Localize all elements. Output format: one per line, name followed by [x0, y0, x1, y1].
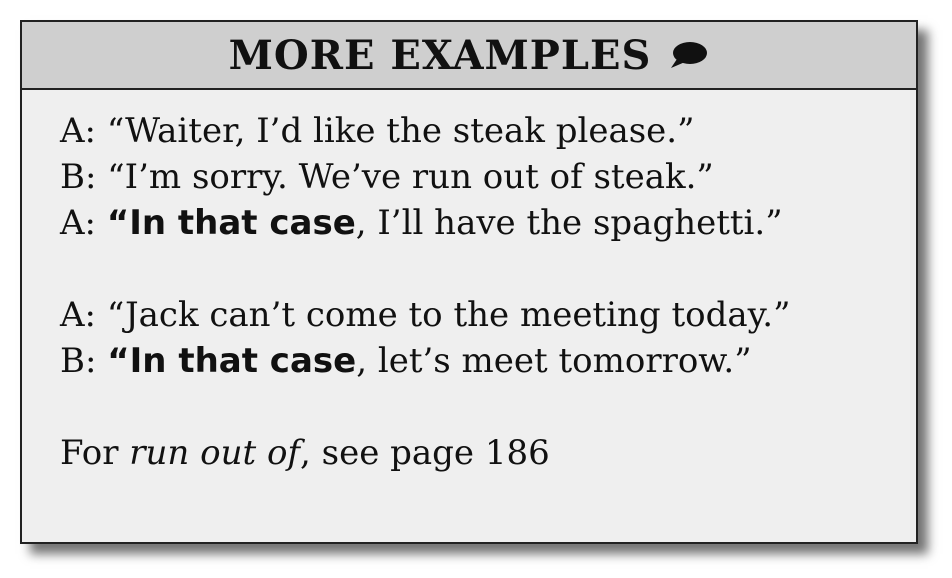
quote-open: “ — [106, 111, 126, 151]
reference-prefix: For — [60, 433, 130, 473]
dialogue-line: A: “Waiter, I’d like the steak please.” — [60, 108, 916, 154]
key-phrase: In that case — [129, 341, 357, 381]
quote-open: “ — [107, 341, 130, 381]
key-phrase: In that case — [129, 203, 356, 243]
examples-card: MORE EXAMPLES A: “Waiter, I’d like the s… — [20, 20, 918, 544]
line-text: Jack can’t come to the meeting today.” — [125, 295, 791, 335]
card-body: A: “Waiter, I’d like the steak please.” … — [22, 90, 916, 476]
dialogue-line: A: “In that case, I’ll have the spaghett… — [60, 200, 916, 246]
line-text: I’m sorry. We’ve run out of steak.” — [124, 157, 714, 197]
card-title: MORE EXAMPLES — [228, 31, 652, 79]
card-header: MORE EXAMPLES — [22, 22, 916, 90]
reference-suffix: , see page 186 — [300, 433, 550, 473]
line-text: Waiter, I’d like the steak please.” — [125, 111, 695, 151]
line-text: , I’ll have the spaghetti.” — [355, 203, 783, 243]
page-reference: For run out of, see page 186 — [60, 430, 916, 476]
reference-phrase: run out of — [129, 433, 301, 473]
speaker-label: A: — [60, 295, 97, 335]
quote-open: “ — [106, 203, 130, 243]
speaker-label: A: — [60, 203, 97, 243]
quote-open: “ — [106, 295, 125, 335]
speaker-label: B: — [60, 157, 97, 197]
dialogue-line: B: “In that case, let’s meet tomorrow.” — [60, 338, 916, 384]
line-text: , let’s meet tomorrow.” — [356, 341, 752, 381]
speech-bubble-icon — [671, 42, 708, 68]
dialogue-line: A: “Jack can’t come to the meeting today… — [60, 292, 916, 338]
speaker-label: B: — [60, 341, 97, 381]
dialogue-line: B: “I’m sorry. We’ve run out of steak.” — [60, 154, 916, 200]
speaker-label: A: — [60, 111, 97, 151]
quote-open: “ — [107, 157, 125, 197]
